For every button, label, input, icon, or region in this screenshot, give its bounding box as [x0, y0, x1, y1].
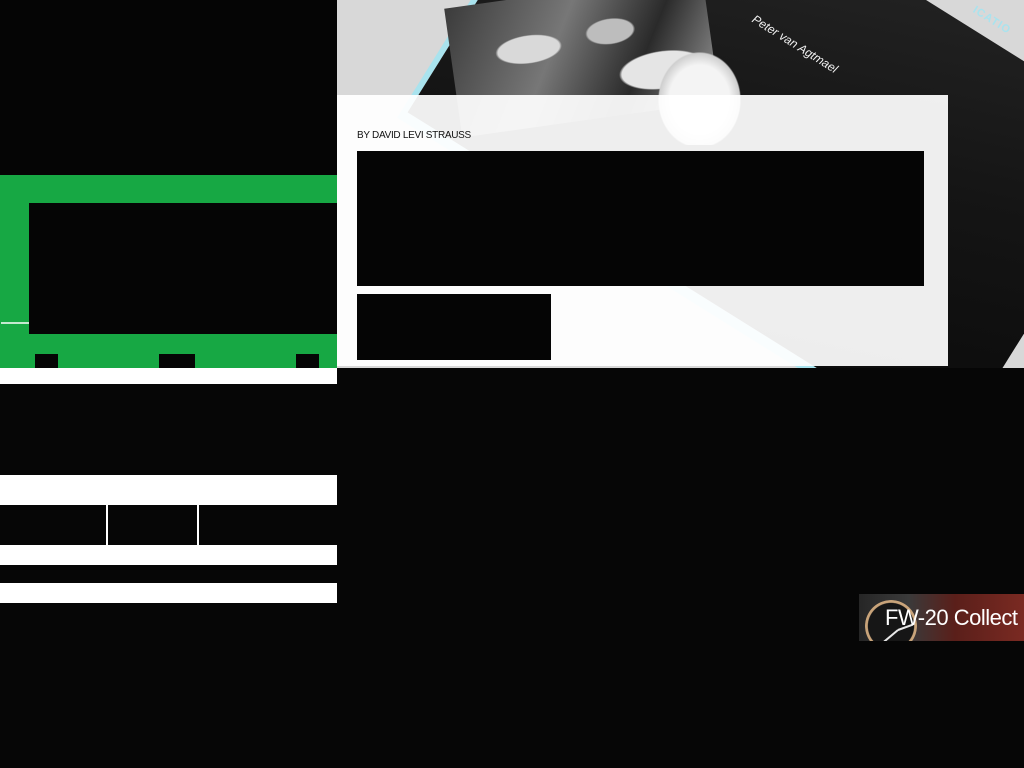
left-divider-strip — [0, 475, 337, 505]
left-divider-strip — [0, 368, 337, 384]
left-link-row — [0, 505, 337, 545]
left-link-cell-2[interactable] — [108, 505, 197, 545]
left-divider-strip — [0, 583, 337, 603]
green-panel-tab-2[interactable] — [159, 354, 195, 368]
left-link-cell-1[interactable] — [0, 505, 106, 545]
green-panel-tab-3[interactable] — [296, 354, 319, 368]
green-panel-divider — [1, 322, 29, 324]
left-divider-strip — [0, 545, 337, 565]
ad-banner[interactable]: FW-20 Collect — [859, 594, 1024, 641]
ad-text: FW-20 Collect — [885, 605, 1018, 630]
article-headline[interactable] — [357, 151, 924, 286]
left-top-block — [0, 0, 337, 175]
article-card: BY DAVID LEVI STRAUSS — [337, 95, 948, 366]
article-byline[interactable]: BY DAVID LEVI STRAUSS — [357, 130, 471, 141]
green-panel-content-block[interactable] — [29, 203, 337, 334]
left-content-block[interactable] — [0, 384, 337, 475]
left-link-cell-3[interactable] — [199, 505, 337, 545]
green-panel-tab-1[interactable] — [35, 354, 58, 368]
left-content-strip — [0, 565, 337, 583]
read-more-button[interactable] — [357, 294, 551, 360]
